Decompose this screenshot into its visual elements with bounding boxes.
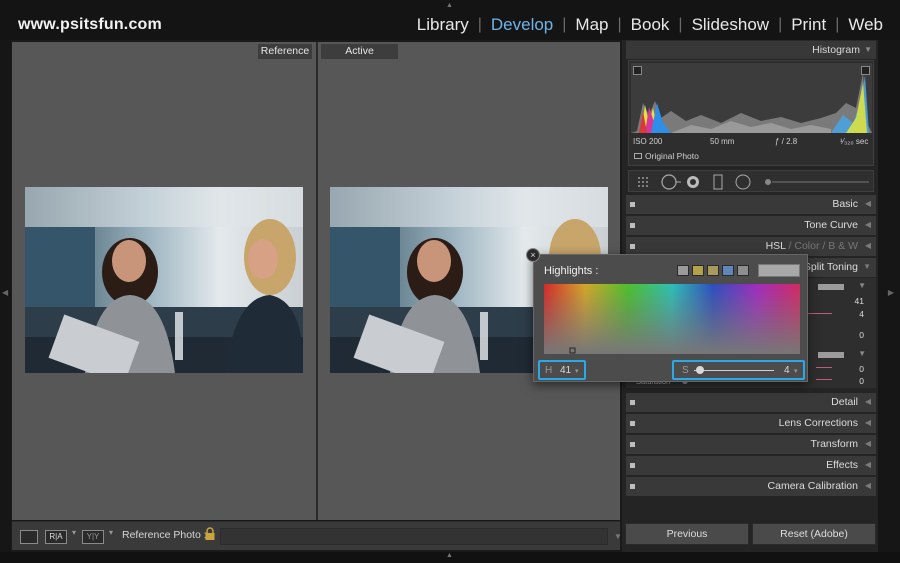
preset-swatch[interactable] <box>722 265 734 276</box>
saturation-stepper-icon[interactable]: ▾ <box>794 367 798 375</box>
collapse-icon: ▼ <box>858 349 866 358</box>
reference-photo-field[interactable] <box>220 528 608 545</box>
collapse-right-icon[interactable]: ▶ <box>888 288 894 297</box>
collapse-icon: ▼ <box>858 281 866 290</box>
saturation-value: 4 <box>784 365 790 376</box>
panel-effects[interactable]: Effects ◀ <box>626 456 876 475</box>
histogram-graph <box>631 63 872 133</box>
reset-button[interactable]: Reset (Adobe) <box>752 523 876 545</box>
color-spectrum[interactable] <box>544 284 800 354</box>
highlights-label: Highlights : <box>544 265 599 277</box>
panel-camera-calibration[interactable]: Camera Calibration ◀ <box>626 477 876 496</box>
highlight-clipping-icon[interactable] <box>861 66 870 75</box>
panel-basic[interactable]: Basic ◀ <box>626 195 876 214</box>
previous-button[interactable]: Previous <box>625 523 749 545</box>
tab-color[interactable]: Color <box>794 240 819 252</box>
panel-collapse-top-icon[interactable]: ▲ <box>446 2 453 9</box>
module-develop[interactable]: Develop <box>482 15 562 35</box>
toolbar-menu-icon[interactable]: ▼ <box>614 532 622 541</box>
current-color-swatch <box>758 264 800 277</box>
shadow-sat-value[interactable]: 0 <box>859 376 864 386</box>
balance-value[interactable]: 0 <box>859 330 864 340</box>
left-panel-edge[interactable]: ◀ <box>0 40 11 552</box>
highlight-swatch[interactable] <box>818 284 844 290</box>
preset-swatch[interactable] <box>737 265 749 276</box>
expand-icon: ◀ <box>864 199 871 208</box>
checkbox-icon <box>634 153 642 159</box>
module-library[interactable]: Library <box>408 15 478 35</box>
filmstrip-toggle-icon[interactable]: ▲ <box>446 552 453 559</box>
top-bar: ▲ www.psitsfun.com Library | Develop | M… <box>0 0 900 40</box>
expand-icon: ◀ <box>864 418 871 427</box>
collapse-icon: ▼ <box>864 45 872 54</box>
expand-icon: ◀ <box>864 397 871 406</box>
reference-photo[interactable] <box>25 187 303 373</box>
panel-lens-corrections[interactable]: Lens Corrections ◀ <box>626 414 876 433</box>
shadow-hue-value[interactable]: 0 <box>859 364 864 374</box>
reference-label: Reference <box>258 44 312 59</box>
hue-value: 41 <box>560 365 572 376</box>
tool-strip <box>628 170 874 192</box>
module-slideshow[interactable]: Slideshow <box>683 15 779 35</box>
highlight-hue-value[interactable]: 41 <box>855 296 864 306</box>
tab-bw[interactable]: B & W <box>828 240 858 252</box>
module-print[interactable]: Print <box>782 15 835 35</box>
panel-detail[interactable]: Detail ◀ <box>626 393 876 412</box>
expand-icon: ◀ <box>864 460 871 469</box>
loupe-view-button[interactable] <box>20 530 38 544</box>
view-toolbar: R|A ▾ Y|Y ▾ Reference Photo : ▼ <box>12 521 622 550</box>
original-photo-toggle[interactable]: Original Photo <box>634 151 699 161</box>
exif-focal: 50 mm <box>710 137 735 146</box>
exif-iso: ISO 200 <box>633 137 663 146</box>
exif-shutter: ¹⁄₃₂₀ sec <box>840 137 869 146</box>
histogram-header[interactable]: Histogram ▼ <box>626 40 876 59</box>
module-map[interactable]: Map <box>566 15 617 35</box>
preset-swatch[interactable] <box>692 265 704 276</box>
expand-left-icon[interactable]: ◀ <box>2 288 8 297</box>
expand-icon: ◀ <box>864 241 871 250</box>
close-icon[interactable]: × <box>526 248 540 262</box>
right-panel-edge[interactable]: ▶ <box>878 40 900 552</box>
highlights-color-picker: Highlights : H 41 ▾ S 4 ▾ <box>533 254 808 382</box>
saturation-field[interactable]: S 4 ▾ <box>672 360 805 380</box>
ra-dropdown-icon[interactable]: ▾ <box>72 528 76 537</box>
reference-active-button[interactable]: R|A <box>45 530 67 544</box>
reference-photo-label: Reference Photo : <box>122 529 207 541</box>
exif-aperture: ƒ / 2.8 <box>775 137 798 146</box>
expand-icon: ◀ <box>864 481 871 490</box>
preset-swatch[interactable] <box>707 265 719 276</box>
collapse-icon: ▼ <box>863 262 871 271</box>
module-picker: Library | Develop | Map | Book | Slidesh… <box>408 15 892 35</box>
panel-transform[interactable]: Transform ◀ <box>626 435 876 454</box>
histogram: ISO 200 50 mm ƒ / 2.8 ¹⁄₃₂₀ sec Original… <box>628 60 874 166</box>
saturation-slider-track[interactable] <box>694 370 774 371</box>
active-label: Active <box>321 44 398 59</box>
shadow-swatch[interactable] <box>818 352 844 358</box>
hue-stepper-icon[interactable]: ▾ <box>575 367 579 375</box>
hue-field[interactable]: H 41 ▾ <box>538 360 586 380</box>
highlight-sat-value[interactable]: 4 <box>859 309 864 319</box>
before-after-button[interactable]: Y|Y <box>82 530 104 544</box>
filmstrip-edge[interactable]: ▲ <box>0 552 900 563</box>
shadow-clipping-icon[interactable] <box>633 66 642 75</box>
module-web[interactable]: Web <box>839 15 892 35</box>
view-divider <box>316 42 318 520</box>
expand-icon: ◀ <box>864 220 871 229</box>
tab-hsl[interactable]: HSL <box>766 240 786 252</box>
saturation-slider-thumb[interactable] <box>696 366 704 374</box>
site-watermark: www.psitsfun.com <box>18 16 162 33</box>
saturation-label: S <box>682 365 689 376</box>
panel-tone-curve[interactable]: Tone Curve ◀ <box>626 216 876 235</box>
preset-swatch[interactable] <box>677 265 689 276</box>
module-book[interactable]: Book <box>622 15 679 35</box>
yy-dropdown-icon[interactable]: ▾ <box>109 528 113 537</box>
expand-icon: ◀ <box>864 439 871 448</box>
lock-icon[interactable] <box>204 527 216 541</box>
hue-label: H <box>545 365 553 376</box>
